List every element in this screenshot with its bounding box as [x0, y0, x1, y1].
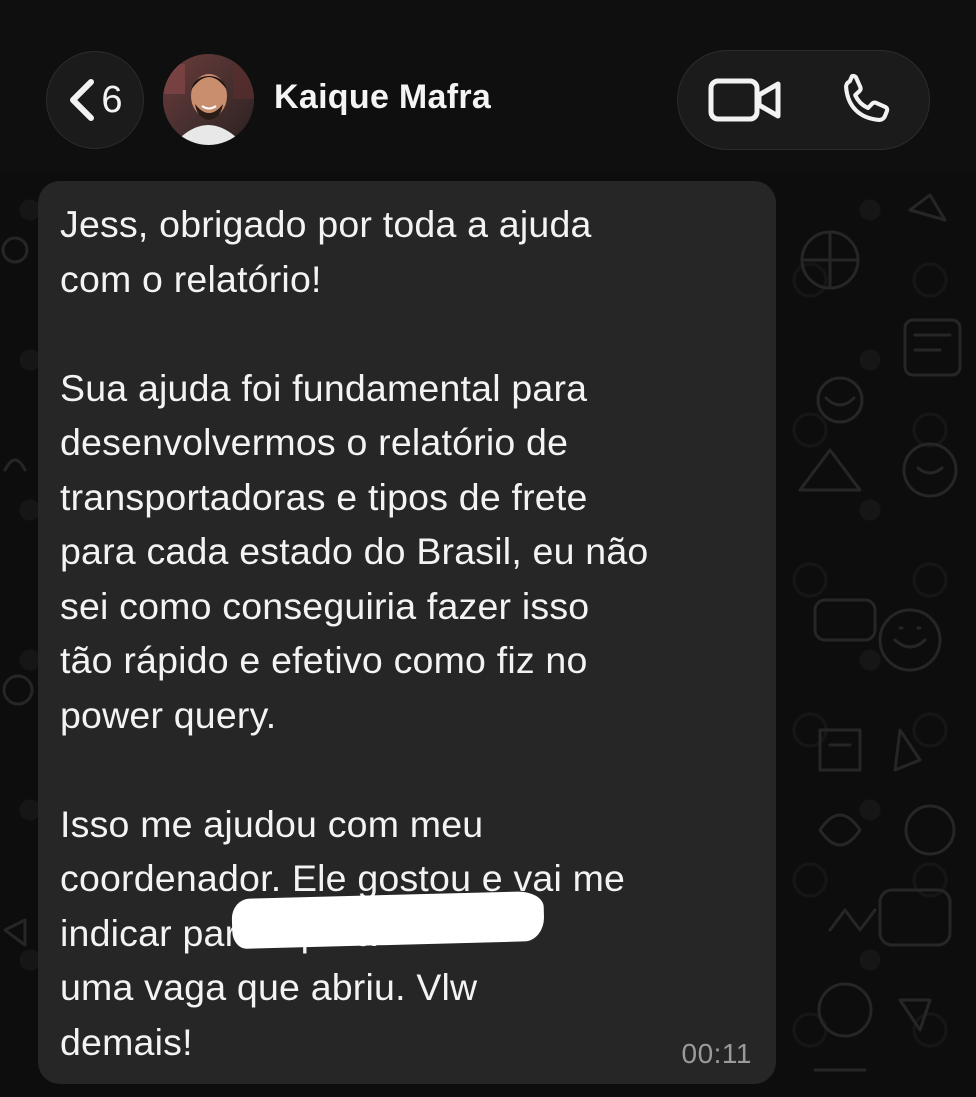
phone-icon	[844, 73, 890, 122]
redaction-scribble	[231, 890, 545, 950]
chat-screen: 6 Kaique Mafra Jess, obrigado por toda a…	[0, 0, 976, 1097]
unread-count: 6	[101, 79, 123, 121]
message-paragraph-1: Jess, obrigado por toda a ajuda com o re…	[60, 203, 592, 300]
contact-name[interactable]: Kaique Mafra	[274, 78, 491, 117]
video-call-button[interactable]	[706, 74, 784, 126]
message-paragraph-2: Sua ajuda foi fundamental para desenvolv…	[60, 366, 649, 736]
message-bubble[interactable]: Jess, obrigado por toda a ajuda com o re…	[38, 181, 776, 1084]
back-button[interactable]: 6	[46, 51, 144, 149]
video-camera-icon	[708, 78, 781, 122]
avatar-photo	[163, 54, 254, 145]
avatar[interactable]	[163, 54, 254, 145]
voice-call-button[interactable]	[832, 68, 900, 132]
chevron-left-icon	[70, 79, 95, 121]
message-timestamp: 00:11	[681, 1038, 752, 1069]
